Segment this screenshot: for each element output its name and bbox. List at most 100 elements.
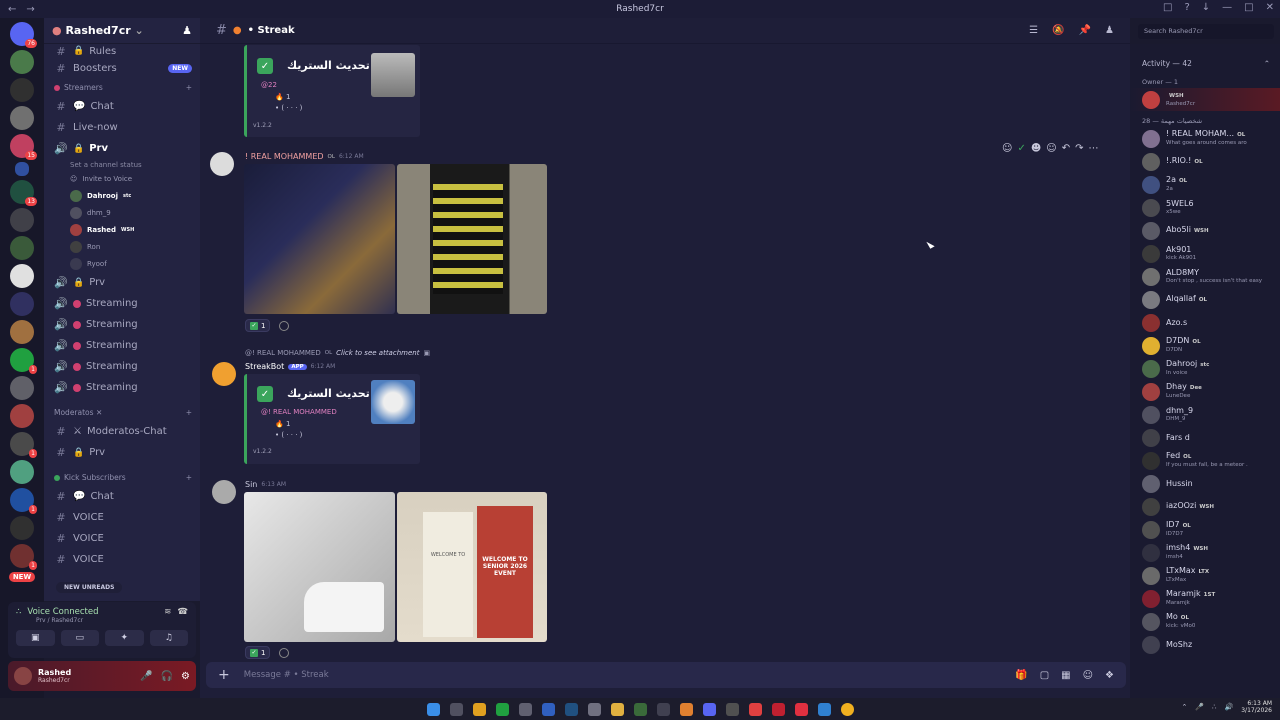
- add-reaction-icon[interactable]: [279, 321, 289, 331]
- app-icon[interactable]: [541, 702, 555, 716]
- member-item[interactable]: Dahrooj stc In voice: [1130, 357, 1280, 380]
- folder-icon[interactable]: [15, 162, 29, 176]
- channel-voice[interactable]: # VOICE: [44, 507, 200, 528]
- message-composer[interactable]: + Message # • Streak 🎁 ▢ ▦ ☺ ❖: [206, 662, 1126, 688]
- voice-user[interactable]: dhm_9: [44, 204, 200, 221]
- app-icon[interactable]: [472, 702, 486, 716]
- member-item[interactable]: iazOOzi WSH: [1130, 495, 1280, 518]
- server-icon[interactable]: [10, 292, 34, 316]
- server-icon[interactable]: [10, 78, 34, 102]
- category-streamers[interactable]: Streamers +: [44, 79, 200, 96]
- server-icon[interactable]: [10, 106, 34, 130]
- add-reaction-icon[interactable]: [279, 648, 289, 658]
- emoji-react-icon[interactable]: ☺: [1002, 143, 1012, 154]
- server-icon[interactable]: 1: [10, 488, 37, 514]
- message-author[interactable]: StreakBot APP 6:12 AM: [245, 362, 335, 371]
- app-icon[interactable]: [725, 702, 739, 716]
- member-item[interactable]: Azo.s: [1130, 311, 1280, 334]
- member-item[interactable]: imsh4 WSH imsh4: [1130, 541, 1280, 564]
- channel-streaming[interactable]: 🔊 Streaming: [44, 335, 200, 356]
- member-item[interactable]: Dhay Dee LuneDee: [1130, 380, 1280, 403]
- channel-prv-voice[interactable]: 🔊 🔒 Prv: [44, 138, 200, 159]
- camera-button[interactable]: ▣: [16, 630, 55, 646]
- minimize-button[interactable]: —: [1222, 2, 1232, 13]
- settings-gear-icon[interactable]: ⚙: [181, 671, 190, 682]
- forward-icon[interactable]: ↷: [1075, 143, 1083, 154]
- channel-rules[interactable]: # 🔒 Rules: [44, 44, 200, 58]
- server-icon[interactable]: [10, 320, 34, 344]
- steam-icon[interactable]: [564, 702, 578, 716]
- member-item[interactable]: Maramjk 1ST Maramjk: [1130, 587, 1280, 610]
- attachment-image-event-banners[interactable]: WELCOME TO WELCOME TO SENIOR 2026 EVENT: [397, 492, 547, 642]
- microphone-icon[interactable]: 🎤: [140, 671, 152, 682]
- new-badge[interactable]: NEW: [8, 572, 36, 582]
- server-icon[interactable]: 1: [10, 544, 37, 570]
- laugh-react-icon[interactable]: ☻: [1031, 143, 1041, 154]
- more-options-icon[interactable]: ⋯: [1088, 143, 1098, 154]
- windows-start-icon[interactable]: [426, 702, 440, 716]
- search-icon[interactable]: [449, 702, 463, 716]
- gif-icon[interactable]: ▢: [1040, 670, 1049, 681]
- add-user-icon[interactable]: ♟: [182, 24, 192, 37]
- volume-icon[interactable]: 🔊: [1225, 703, 1234, 711]
- dm-home-icon[interactable]: 76: [10, 22, 37, 48]
- sticker-icon[interactable]: ▦: [1061, 670, 1070, 681]
- gift-icon[interactable]: 🎁: [1015, 670, 1027, 681]
- avatar[interactable]: [210, 152, 234, 176]
- app-icon[interactable]: [771, 702, 785, 716]
- chevron-up-icon[interactable]: ⌃: [1264, 59, 1270, 68]
- member-item[interactable]: Fars d: [1130, 426, 1280, 449]
- server-icon[interactable]: [10, 50, 34, 74]
- member-item[interactable]: Alqallaf OL: [1130, 288, 1280, 311]
- category-moderators[interactable]: Moderatos ✕ +: [44, 404, 200, 421]
- download-icon[interactable]: ↓: [1202, 2, 1210, 13]
- server-icon[interactable]: [10, 208, 34, 232]
- pin-icon[interactable]: 📌: [1079, 25, 1091, 36]
- attachment-image-stairs-piano[interactable]: [244, 492, 395, 642]
- attachment-image-building[interactable]: [397, 164, 547, 314]
- member-item[interactable]: D7DN OL D7DN: [1130, 334, 1280, 357]
- voice-user[interactable]: Ryoof: [44, 255, 200, 272]
- network-icon[interactable]: ∴: [1212, 703, 1216, 711]
- server-icon[interactable]: 1: [10, 432, 37, 458]
- emoji-icon[interactable]: ☺: [1083, 670, 1093, 681]
- reply-icon[interactable]: ↶: [1062, 143, 1070, 154]
- mic-icon[interactable]: 🎤: [1195, 703, 1204, 711]
- reply-preview[interactable]: @! REAL MOHAMMED OL Click to see attachm…: [245, 349, 430, 357]
- screen-share-button[interactable]: ▭: [60, 630, 99, 646]
- app-icon[interactable]: [587, 702, 601, 716]
- server-icon[interactable]: [10, 236, 34, 260]
- activities-button[interactable]: ✦: [105, 630, 144, 646]
- message-author[interactable]: Sin 6:13 AM: [245, 480, 286, 489]
- member-item[interactable]: ALD8MY Don't stop , success isn't that ea…: [1130, 265, 1280, 288]
- attach-plus-icon[interactable]: +: [218, 667, 230, 683]
- reaction-check[interactable]: ✓ 1: [245, 319, 271, 332]
- discord-icon[interactable]: [702, 702, 716, 716]
- xbox-icon[interactable]: [495, 702, 509, 716]
- apps-icon[interactable]: ❖: [1105, 670, 1114, 681]
- server-icon[interactable]: 1: [10, 348, 37, 374]
- add-channel-icon[interactable]: +: [186, 408, 192, 417]
- member-item[interactable]: Hussin: [1130, 472, 1280, 495]
- headphones-icon[interactable]: 🎧: [161, 671, 173, 682]
- voice-user[interactable]: Rashed WSH: [44, 221, 200, 238]
- threads-icon[interactable]: ☰: [1029, 25, 1038, 36]
- app-icon[interactable]: [518, 702, 532, 716]
- voice-user[interactable]: Dahrooj stc: [44, 187, 200, 204]
- member-item[interactable]: Mo OL kick: vMo0: [1130, 610, 1280, 633]
- member-item[interactable]: WSH Rashed7cr: [1130, 88, 1280, 111]
- maximize-button[interactable]: □: [1244, 2, 1253, 13]
- voice-user[interactable]: Ron: [44, 238, 200, 255]
- chrome-icon[interactable]: [748, 702, 762, 716]
- member-item[interactable]: 2a OL 2a: [1130, 173, 1280, 196]
- member-item[interactable]: ID7 OL ID7D7: [1130, 518, 1280, 541]
- channel-boosters[interactable]: # Boosters NEW: [44, 58, 200, 79]
- server-icon[interactable]: [10, 404, 34, 428]
- app-icon[interactable]: [679, 702, 693, 716]
- server-icon[interactable]: [10, 516, 34, 540]
- channel-streaming[interactable]: 🔊 Streaming: [44, 314, 200, 335]
- add-reaction-icon[interactable]: ☺: [1046, 143, 1056, 154]
- channel-live-now[interactable]: # Live-now: [44, 117, 200, 138]
- channel-voice[interactable]: # VOICE: [44, 528, 200, 549]
- member-item[interactable]: Fed OL If you must fall, be a meteor .: [1130, 449, 1280, 472]
